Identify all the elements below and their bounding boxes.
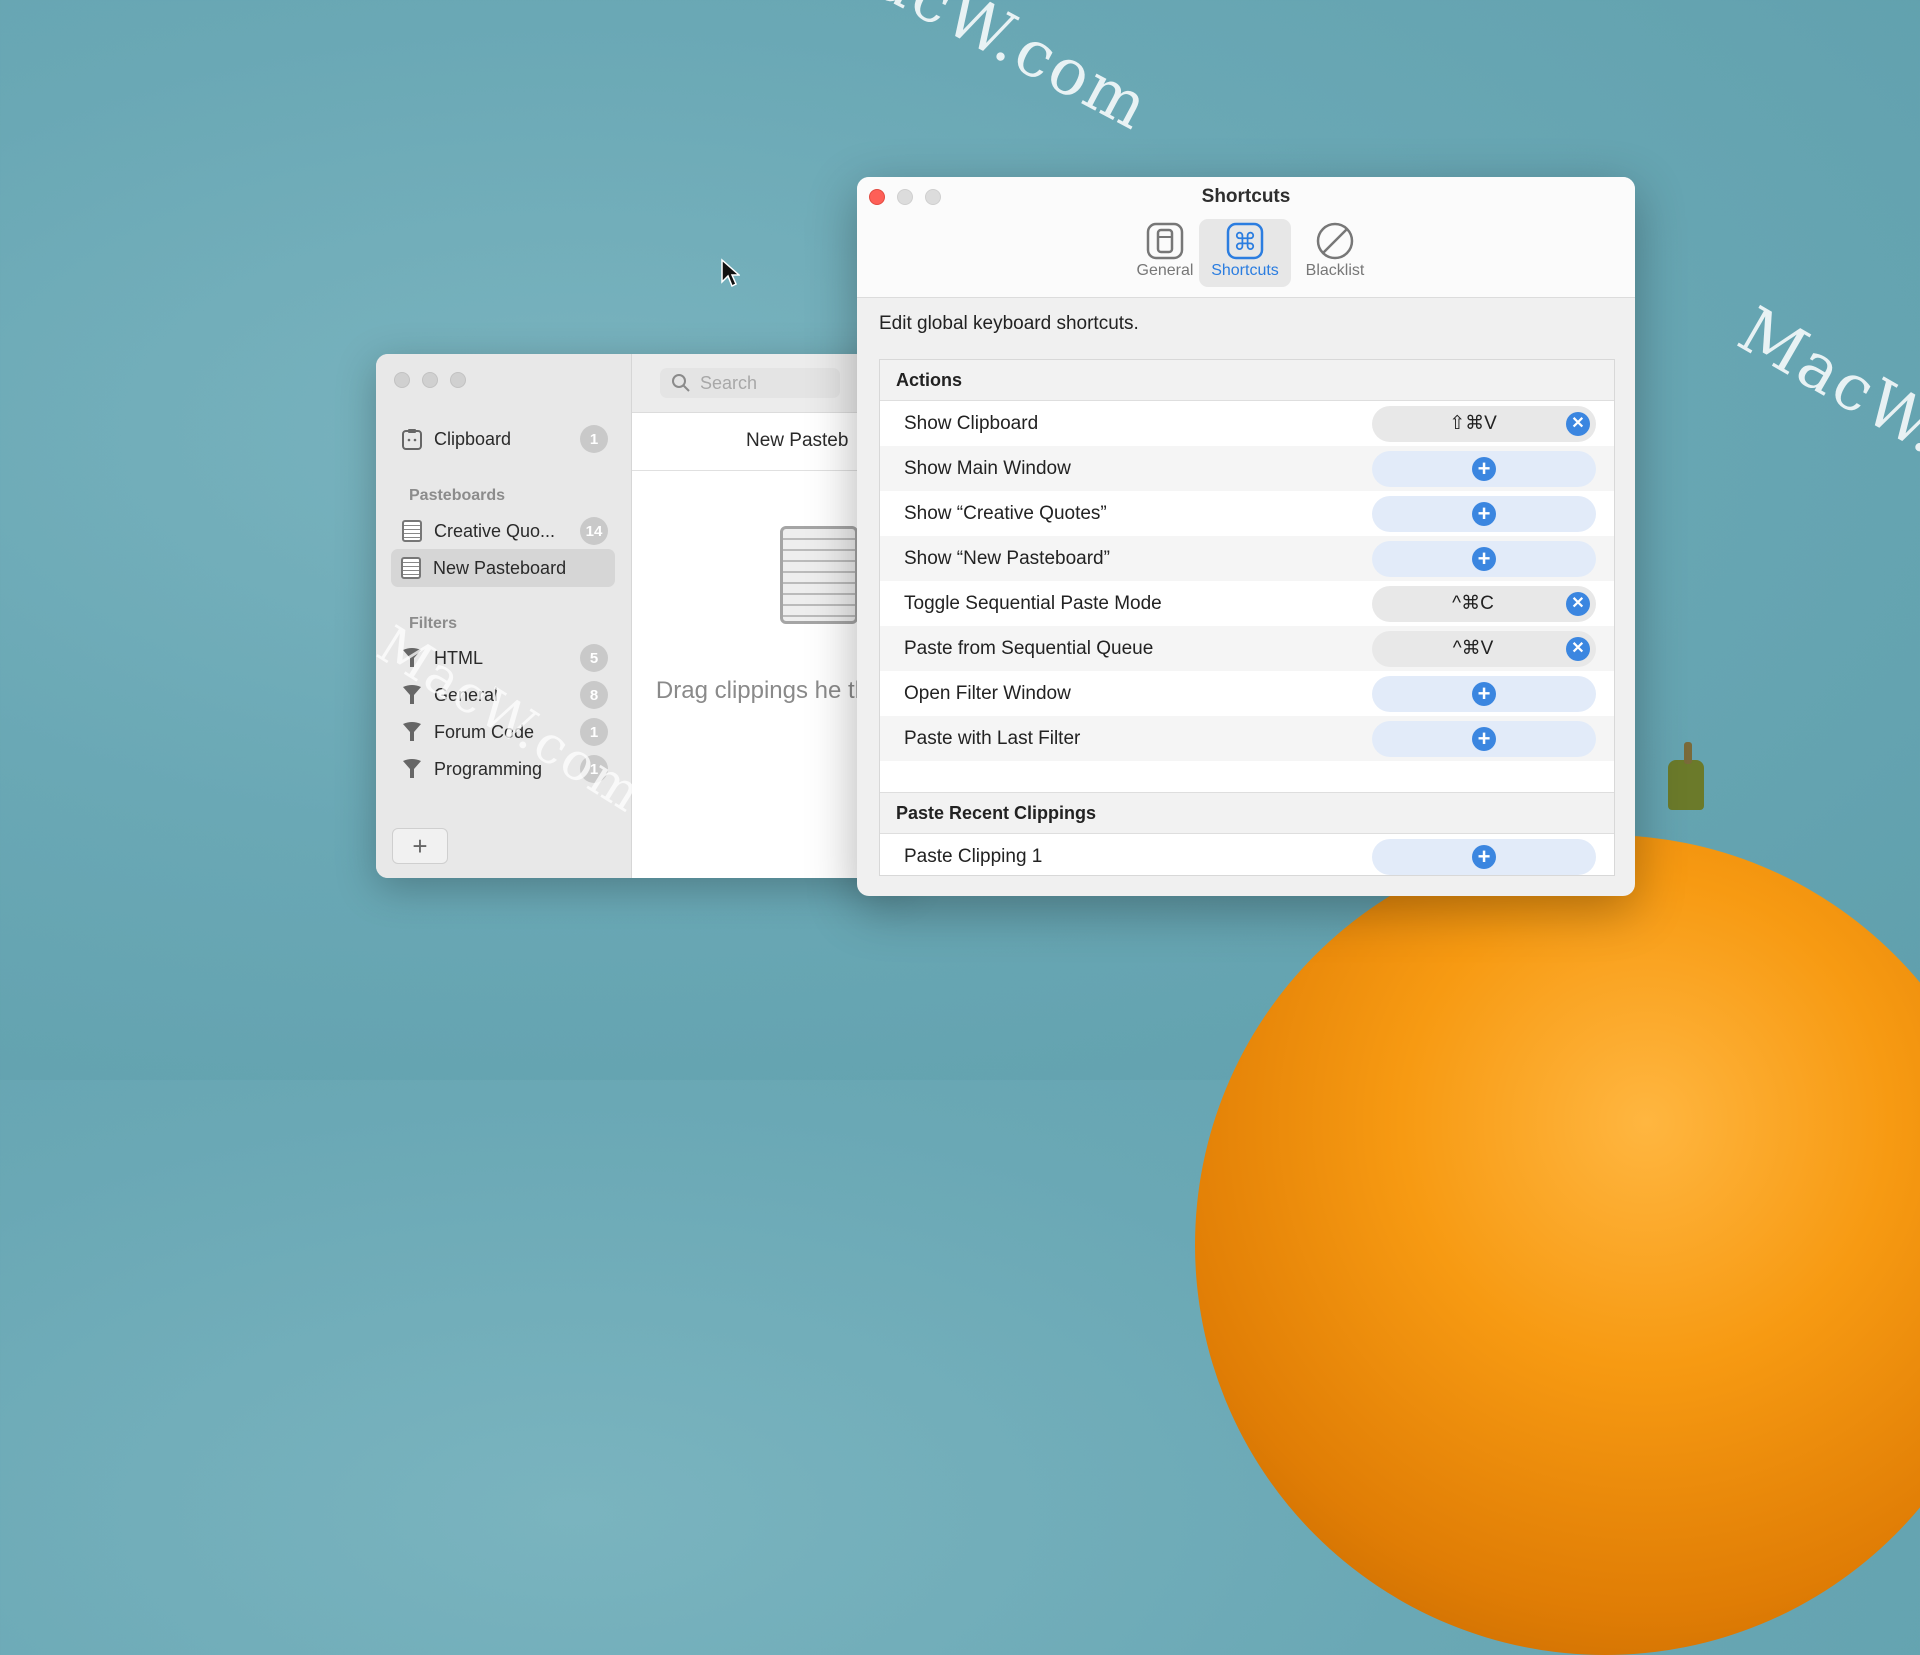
shortcut-keys: ⇧⌘V [1449,413,1497,434]
drop-clippings-icon [780,526,858,624]
watermark: MacW.com [1725,293,1920,541]
orange-stem [1668,760,1704,810]
minimize-button[interactable] [422,372,438,388]
add-shortcut-icon[interactable]: + [1472,844,1496,869]
shortcut-recorder[interactable]: + [1372,540,1596,577]
shortcut-row-show-new-pasteboard: Show “New Pasteboard” + [880,536,1614,581]
window-controls [394,372,466,388]
filter-icon [403,759,421,778]
shortcut-label: Paste from Sequential Queue [904,637,1154,659]
shortcut-recorder[interactable]: + [1372,720,1596,757]
add-button[interactable]: + [392,828,448,864]
tab-shortcuts[interactable]: ⌘ Shortcuts [1199,219,1291,287]
clear-shortcut-icon[interactable]: ✕ [1566,636,1590,661]
count-badge: 14 [580,517,608,545]
close-button[interactable] [394,372,410,388]
tab-label: Shortcuts [1211,262,1279,279]
general-icon [1146,222,1184,260]
shortcut-recorder[interactable]: ^⌘C ✕ [1372,585,1596,622]
count-badge: 1 [580,425,608,453]
search-placeholder: Search [700,372,758,393]
shortcut-label: Show “New Pasteboard” [904,547,1110,569]
watermark: MacW.com [804,0,1162,146]
mouse-cursor-icon [721,258,740,288]
shortcuts-preferences-window: Shortcuts General ⌘ Shortcuts Blacklist … [857,177,1635,896]
preferences-toolbar: Shortcuts General ⌘ Shortcuts Blacklist [857,177,1635,298]
shortcut-recorder[interactable]: + [1372,838,1596,875]
add-shortcut-icon[interactable]: + [1472,501,1496,526]
search-field[interactable]: Search [660,368,840,398]
zoom-button[interactable] [450,372,466,388]
search-icon [672,374,690,392]
sidebar-item-creative-quotes[interactable]: Creative Quo... 14 [392,512,616,550]
add-shortcut-icon[interactable]: + [1472,546,1496,571]
pasteboard-title: New Pasteb [746,430,849,451]
tab-label: Blacklist [1305,262,1365,279]
clear-shortcut-icon[interactable]: ✕ [1566,591,1590,616]
shortcut-recorder[interactable]: ^⌘V ✕ [1372,630,1596,667]
shortcut-label: Show Clipboard [904,412,1039,434]
shortcut-label: Open Filter Window [904,682,1071,704]
window-title: Shortcuts [1201,186,1291,207]
svg-text:⌘: ⌘ [1233,228,1257,256]
shortcut-recorder[interactable]: + [1372,450,1596,487]
command-icon: ⌘ [1226,222,1264,260]
add-shortcut-icon[interactable]: + [1472,456,1496,481]
sidebar-item-label: New Pasteboard [433,557,567,578]
shortcut-row-toggle-sequential: Toggle Sequential Paste Mode ^⌘C ✕ [880,581,1614,626]
shortcut-recorder[interactable]: + [1372,495,1596,532]
section-header-actions: Actions [880,360,1614,401]
clipboard-icon [402,429,422,450]
description-text: Edit global keyboard shortcuts. [879,313,1139,334]
shortcut-keys: ^⌘C [1452,593,1494,614]
shortcut-row-paste-sequential-queue: Paste from Sequential Queue ^⌘V ✕ [880,626,1614,671]
sidebar-item-new-pasteboard[interactable]: New Pasteboard [391,549,615,587]
shortcut-row-open-filter-window: Open Filter Window + [880,671,1614,716]
shortcut-row-paste-last-filter: Paste with Last Filter + [880,716,1614,761]
tab-general[interactable]: General [1119,219,1211,287]
orange-image [1195,835,1920,1655]
add-shortcut-icon[interactable]: + [1472,681,1496,706]
filter-icon [403,722,421,741]
document-icon [402,520,422,542]
shortcut-row-show-creative-quotes: Show “Creative Quotes” + [880,491,1614,536]
tab-blacklist[interactable]: Blacklist [1289,219,1381,287]
section-header-pasteboards: Pasteboards [409,487,506,504]
clear-shortcut-icon[interactable]: ✕ [1566,411,1590,436]
shortcut-row-show-main-window: Show Main Window + [880,446,1614,491]
shortcut-label: Show Main Window [904,457,1071,479]
sidebar-item-label: Clipboard [434,428,512,449]
count-badge: 8 [580,681,608,709]
orange-stem-tip [1684,742,1692,764]
shortcut-label: Paste Clipping 1 [904,845,1043,867]
tab-label: General [1136,262,1194,279]
sidebar-item-label: Creative Quo... [434,520,556,541]
main-window: Clipboard 1 Pasteboards Creative Quo... … [376,354,906,878]
add-shortcut-icon[interactable]: + [1472,726,1496,751]
shortcut-keys: ^⌘V [1452,638,1494,659]
shortcut-label: Paste with Last Filter [904,727,1081,749]
count-badge: 5 [580,644,608,672]
document-icon [401,557,421,579]
shortcut-recorder[interactable]: ⇧⌘V ✕ [1372,405,1596,442]
sidebar-item-clipboard[interactable]: Clipboard 1 [392,420,616,458]
shortcut-label: Toggle Sequential Paste Mode [904,592,1162,614]
shortcut-recorder[interactable]: + [1372,675,1596,712]
section-header-paste-recent: Paste Recent Clippings [880,792,1614,834]
shortcuts-table: Actions Show Clipboard ⇧⌘V ✕ Show Main W… [879,359,1615,876]
blacklist-icon [1316,222,1354,260]
shortcut-row-show-clipboard: Show Clipboard ⇧⌘V ✕ [880,401,1614,446]
shortcut-label: Show “Creative Quotes” [904,502,1107,524]
shortcut-row-paste-clipping-1: Paste Clipping 1 + [880,834,1614,875]
